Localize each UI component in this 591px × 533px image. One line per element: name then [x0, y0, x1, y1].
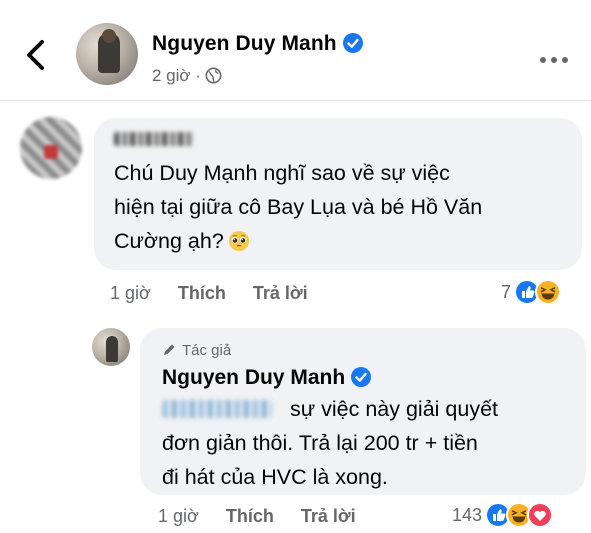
comment-bubble: Chú Duy Mạnh nghĩ sao về sự việc hiện tạ… [94, 118, 582, 270]
reply-time[interactable]: 1 giờ [158, 506, 199, 526]
reply-text-line: đơn giản thôi. Trả lại 200 tr + tiền [162, 431, 478, 455]
reply-actions: 1 giờ Thích Trả lời [158, 506, 378, 527]
more-options-icon[interactable] [540, 50, 573, 68]
reply-button[interactable]: Trả lời [253, 283, 308, 303]
verified-badge-icon [342, 33, 363, 53]
love-reaction-icon [527, 502, 554, 528]
reply-author-name[interactable]: Nguyen Duy Manh [162, 366, 372, 390]
author-tag-label: Tác giả [182, 342, 232, 359]
post-meta: 2 giờ · [152, 66, 222, 86]
pleading-face-emoji-icon [228, 231, 249, 251]
comment-time[interactable]: 1 giờ [110, 283, 151, 303]
meta-separator: · [195, 66, 201, 85]
post-author-name[interactable]: Nguyen Duy Manh [152, 32, 363, 56]
comment-reactions[interactable]: 7 [501, 278, 562, 306]
reply-bubble: Tác giả Nguyen Duy Manh sự việc này giải… [140, 328, 586, 495]
back-arrow-icon[interactable] [22, 38, 50, 72]
haha-reaction-icon [535, 279, 562, 305]
reply-button[interactable]: Trả lời [301, 506, 356, 526]
comment-text-line: Chú Duy Mạnh nghĩ sao về sự việc [114, 161, 450, 185]
comment-text: Chú Duy Mạnh nghĩ sao về sự việc hiện tạ… [114, 156, 482, 258]
comment-actions: 1 giờ Thích Trả lời [110, 283, 330, 304]
comment-text-line: hiện tại giữa cô Bay Lụa và bé Hồ Văn [114, 195, 483, 219]
commenter-name-blurred[interactable] [114, 132, 194, 146]
reaction-count: 7 [501, 281, 512, 302]
reply-text-line: sự việc này giải quyết [290, 397, 498, 421]
comment-text-line: Cường ạh? [114, 229, 224, 253]
header-divider [0, 100, 591, 101]
reply-author-avatar[interactable] [92, 328, 130, 366]
globe-icon [205, 67, 222, 84]
reply-author-name-text[interactable]: Nguyen Duy Manh [162, 366, 345, 389]
author-avatar[interactable] [76, 23, 138, 85]
commenter-avatar-blurred[interactable] [20, 117, 82, 179]
reply-text: sự việc này giải quyết đơn giản thôi. Tr… [162, 392, 498, 494]
like-button[interactable]: Thích [178, 283, 226, 303]
post-author-name-text[interactable]: Nguyen Duy Manh [152, 32, 337, 55]
verified-badge-icon [351, 367, 372, 387]
reaction-icons [514, 279, 562, 305]
reaction-count: 143 [452, 504, 483, 525]
post-time[interactable]: 2 giờ [152, 66, 191, 85]
like-button[interactable]: Thích [226, 506, 274, 526]
reply-text-line: đi hát của HVC là xong. [162, 465, 388, 489]
pencil-icon [164, 344, 175, 355]
reply-reactions[interactable]: 143 [452, 501, 555, 529]
reaction-icons [485, 502, 554, 528]
author-tag: Tác giả [162, 342, 231, 359]
post-header: Nguyen Duy Manh 2 giờ · [0, 0, 591, 100]
